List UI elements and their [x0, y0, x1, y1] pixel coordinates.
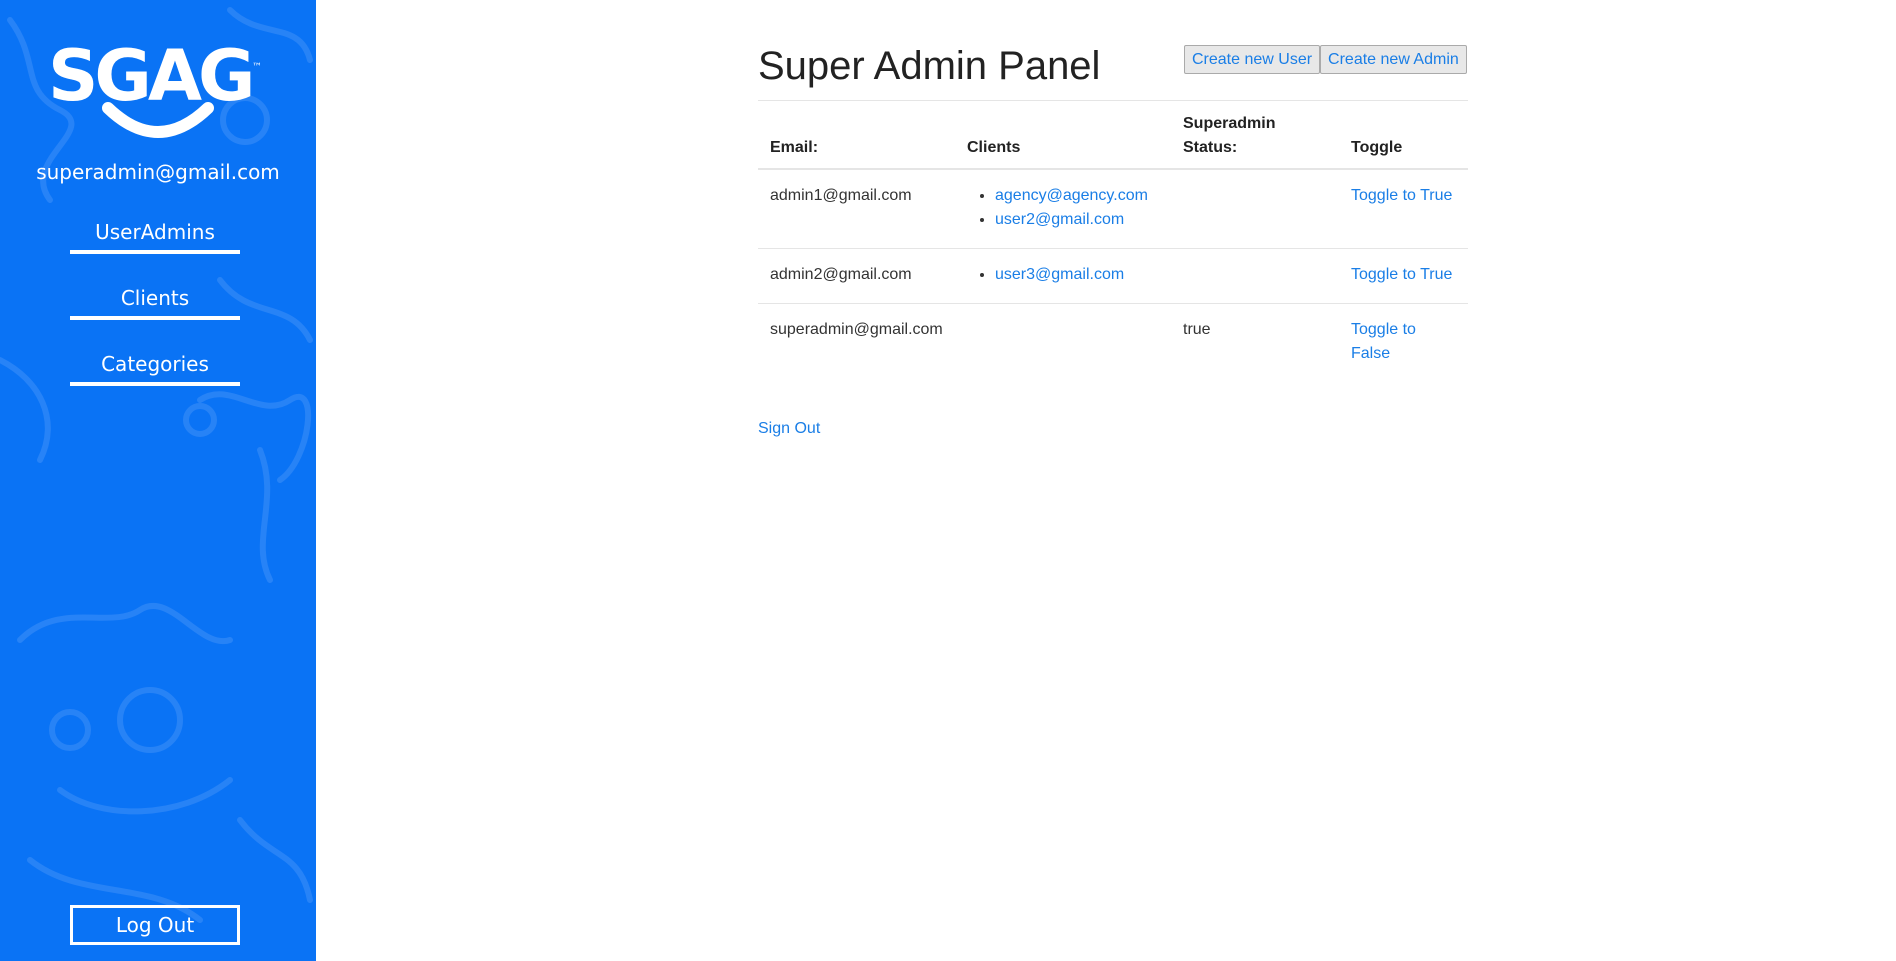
client-list: agency@agency.com user2@gmail.com: [967, 184, 1159, 232]
row-clients: [955, 304, 1171, 383]
table-row: admin1@gmail.com agency@agency.com user2…: [758, 169, 1468, 249]
row-toggle: Toggle to True: [1339, 169, 1468, 249]
row-toggle: Toggle to True: [1339, 248, 1468, 304]
title-divider: [758, 100, 1468, 101]
logout-button[interactable]: Log Out: [70, 905, 240, 945]
list-item: user3@gmail.com: [995, 263, 1159, 287]
table-row: superadmin@gmail.com true Toggle to Fals…: [758, 304, 1468, 383]
row-clients: agency@agency.com user2@gmail.com: [955, 169, 1171, 249]
page-title: Super Admin Panel: [758, 44, 1101, 88]
column-header-status: Superadmin Status:: [1171, 104, 1339, 170]
admins-table: Email: Clients Superadmin Status: Toggle…: [758, 104, 1468, 382]
client-link[interactable]: user3@gmail.com: [995, 266, 1124, 283]
column-header-email: Email:: [758, 104, 955, 170]
list-item: user2@gmail.com: [995, 208, 1159, 232]
toggle-link[interactable]: Toggle to True: [1351, 266, 1452, 283]
header-button-group: Create new User Create new Admin: [1184, 45, 1467, 74]
sidebar-item-useradmins[interactable]: UserAdmins: [70, 220, 240, 254]
client-link[interactable]: agency@agency.com: [995, 187, 1148, 204]
sign-out-link[interactable]: Sign Out: [758, 420, 820, 438]
column-header-clients: Clients: [955, 104, 1171, 170]
table-row: admin2@gmail.com user3@gmail.com Toggle …: [758, 248, 1468, 304]
row-email: superadmin@gmail.com: [770, 321, 943, 338]
sidebar-user-email: superadmin@gmail.com: [36, 160, 280, 184]
create-admin-button[interactable]: Create new Admin: [1320, 45, 1467, 74]
client-link[interactable]: user2@gmail.com: [995, 211, 1124, 228]
row-email: admin2@gmail.com: [758, 248, 955, 304]
sgag-logo: SGAG ™: [48, 38, 262, 138]
row-toggle: Toggle to False: [1339, 304, 1468, 383]
client-list: user3@gmail.com: [967, 263, 1159, 287]
svg-text:™: ™: [252, 62, 262, 73]
sidebar-item-clients[interactable]: Clients: [70, 286, 240, 320]
sidebar-item-categories[interactable]: Categories: [70, 352, 240, 386]
list-item: agency@agency.com: [995, 184, 1159, 208]
toggle-link[interactable]: Toggle to True: [1351, 187, 1452, 204]
create-user-button[interactable]: Create new User: [1184, 45, 1321, 74]
column-header-toggle: Toggle: [1339, 104, 1468, 170]
row-email: admin1@gmail.com: [758, 169, 955, 249]
row-superadmin-status: true: [1183, 321, 1211, 338]
toggle-link[interactable]: Toggle to False: [1351, 321, 1416, 362]
table-header-row: Email: Clients Superadmin Status: Toggle: [758, 104, 1468, 170]
row-clients: user3@gmail.com: [955, 248, 1171, 304]
sidebar: SGAG ™ superadmin@gmail.com UserAdmins C…: [0, 0, 316, 961]
svg-text:SGAG: SGAG: [48, 38, 252, 117]
row-superadmin-status: [1171, 248, 1339, 304]
doodle-background: [0, 7, 313, 923]
row-superadmin-status: [1171, 169, 1339, 249]
